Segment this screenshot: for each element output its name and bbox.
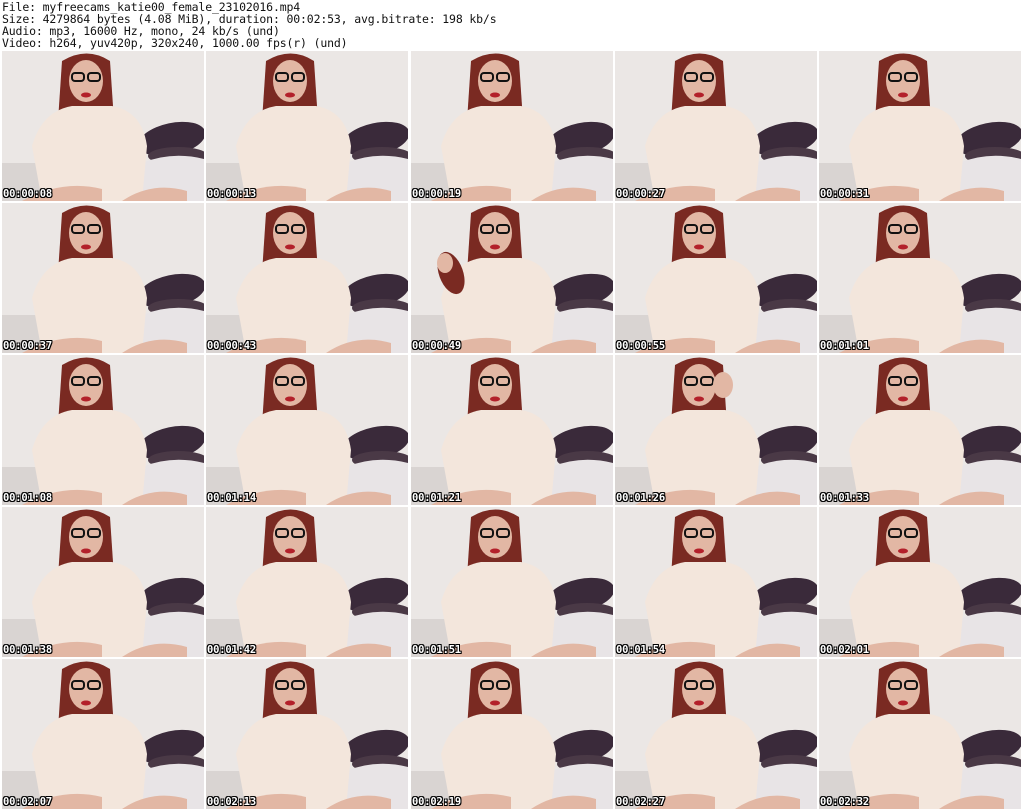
video-thumbnail: 00:02:07 — [2, 659, 204, 809]
thumbnail-timestamp: 00:02:07 — [3, 796, 52, 808]
thumbnail-timestamp: 00:00:31 — [820, 188, 869, 200]
video-thumbnail: 00:02:27 — [615, 659, 817, 809]
video-thumbnail: 00:01:08 — [2, 355, 204, 505]
thumbnail-frame-image — [411, 507, 613, 657]
thumbnail-frame-image — [206, 659, 408, 809]
thumbnail-timestamp: 00:01:54 — [616, 644, 665, 656]
video-thumbnail: 00:02:32 — [819, 659, 1021, 809]
file-info-header: File: myfreecams_katie00_female_23102016… — [0, 0, 1024, 51]
thumbnail-frame-image — [411, 659, 613, 809]
thumbnail-timestamp: 00:00:55 — [616, 340, 665, 352]
thumbnail-frame-image — [615, 51, 817, 201]
thumbnail-timestamp: 00:00:43 — [207, 340, 256, 352]
thumbnail-timestamp: 00:01:38 — [3, 644, 52, 656]
thumbnail-frame-image — [819, 51, 1021, 201]
thumbnail-frame-image — [819, 203, 1021, 353]
thumbnail-frame-image — [819, 355, 1021, 505]
thumbnail-timestamp: 00:01:08 — [3, 492, 52, 504]
video-thumbnail: 00:01:14 — [206, 355, 408, 505]
thumbnail-frame-image — [206, 51, 408, 201]
thumbnail-timestamp: 00:02:19 — [412, 796, 461, 808]
thumbnail-timestamp: 00:01:26 — [616, 492, 665, 504]
thumbnail-timestamp: 00:02:01 — [820, 644, 869, 656]
video-thumbnail: 00:00:13 — [206, 51, 408, 201]
video-thumbnail: 00:02:13 — [206, 659, 408, 809]
video-thumbnail: 00:00:08 — [2, 51, 204, 201]
video-thumbnail: 00:01:21 — [411, 355, 613, 505]
thumbnail-timestamp: 00:00:19 — [412, 188, 461, 200]
thumbnail-timestamp: 00:01:01 — [820, 340, 869, 352]
video-thumbnail: 00:02:19 — [411, 659, 613, 809]
video-thumbnail: 00:00:37 — [2, 203, 204, 353]
video-thumbnail: 00:00:31 — [819, 51, 1021, 201]
thumbnail-frame-image — [411, 355, 613, 505]
video-thumbnail: 00:01:54 — [615, 507, 817, 657]
thumbnail-grid: 00:00:08 00:00:13 00:00:19 00:00:27 00:0… — [0, 51, 1024, 811]
thumbnail-frame-image — [615, 355, 817, 505]
thumbnail-timestamp: 00:01:14 — [207, 492, 256, 504]
thumbnail-timestamp: 00:02:27 — [616, 796, 665, 808]
video-thumbnail: 00:01:26 — [615, 355, 817, 505]
thumbnail-timestamp: 00:00:37 — [3, 340, 52, 352]
thumbnail-timestamp: 00:02:32 — [820, 796, 869, 808]
video-thumbnail: 00:00:43 — [206, 203, 408, 353]
thumbnail-frame-image — [2, 355, 204, 505]
thumbnail-timestamp: 00:00:27 — [616, 188, 665, 200]
thumbnail-timestamp: 00:02:13 — [207, 796, 256, 808]
thumbnail-timestamp: 00:01:51 — [412, 644, 461, 656]
thumbnail-timestamp: 00:01:42 — [207, 644, 256, 656]
thumbnail-frame-image — [615, 203, 817, 353]
thumbnail-frame-image — [206, 355, 408, 505]
thumbnail-frame-image — [2, 203, 204, 353]
video-info-line: Video: h264, yuv420p, 320x240, 1000.00 f… — [2, 36, 348, 50]
video-thumbnail: 00:01:01 — [819, 203, 1021, 353]
video-thumbnail: 00:00:19 — [411, 51, 613, 201]
thumbnail-frame-image — [2, 507, 204, 657]
video-thumbnail: 00:00:49 — [411, 203, 613, 353]
thumbnail-frame-image — [2, 51, 204, 201]
thumbnail-timestamp: 00:00:13 — [207, 188, 256, 200]
video-thumbnail: 00:00:55 — [615, 203, 817, 353]
thumbnail-frame-image — [819, 659, 1021, 809]
thumbnail-frame-image — [615, 507, 817, 657]
thumbnail-timestamp: 00:00:08 — [3, 188, 52, 200]
video-thumbnail: 00:00:27 — [615, 51, 817, 201]
thumbnail-timestamp: 00:00:49 — [412, 340, 461, 352]
thumbnail-frame-image — [206, 203, 408, 353]
thumbnail-timestamp: 00:01:33 — [820, 492, 869, 504]
video-thumbnail: 00:01:33 — [819, 355, 1021, 505]
thumbnail-frame-image — [615, 659, 817, 809]
video-thumbnail: 00:01:42 — [206, 507, 408, 657]
thumbnail-timestamp: 00:01:21 — [412, 492, 461, 504]
thumbnail-frame-image — [411, 51, 613, 201]
thumbnail-frame-image — [411, 203, 613, 353]
video-thumbnail: 00:01:38 — [2, 507, 204, 657]
video-thumbnail: 00:01:51 — [411, 507, 613, 657]
thumbnail-frame-image — [819, 507, 1021, 657]
thumbnail-frame-image — [2, 659, 204, 809]
thumbnail-frame-image — [206, 507, 408, 657]
video-thumbnail: 00:02:01 — [819, 507, 1021, 657]
